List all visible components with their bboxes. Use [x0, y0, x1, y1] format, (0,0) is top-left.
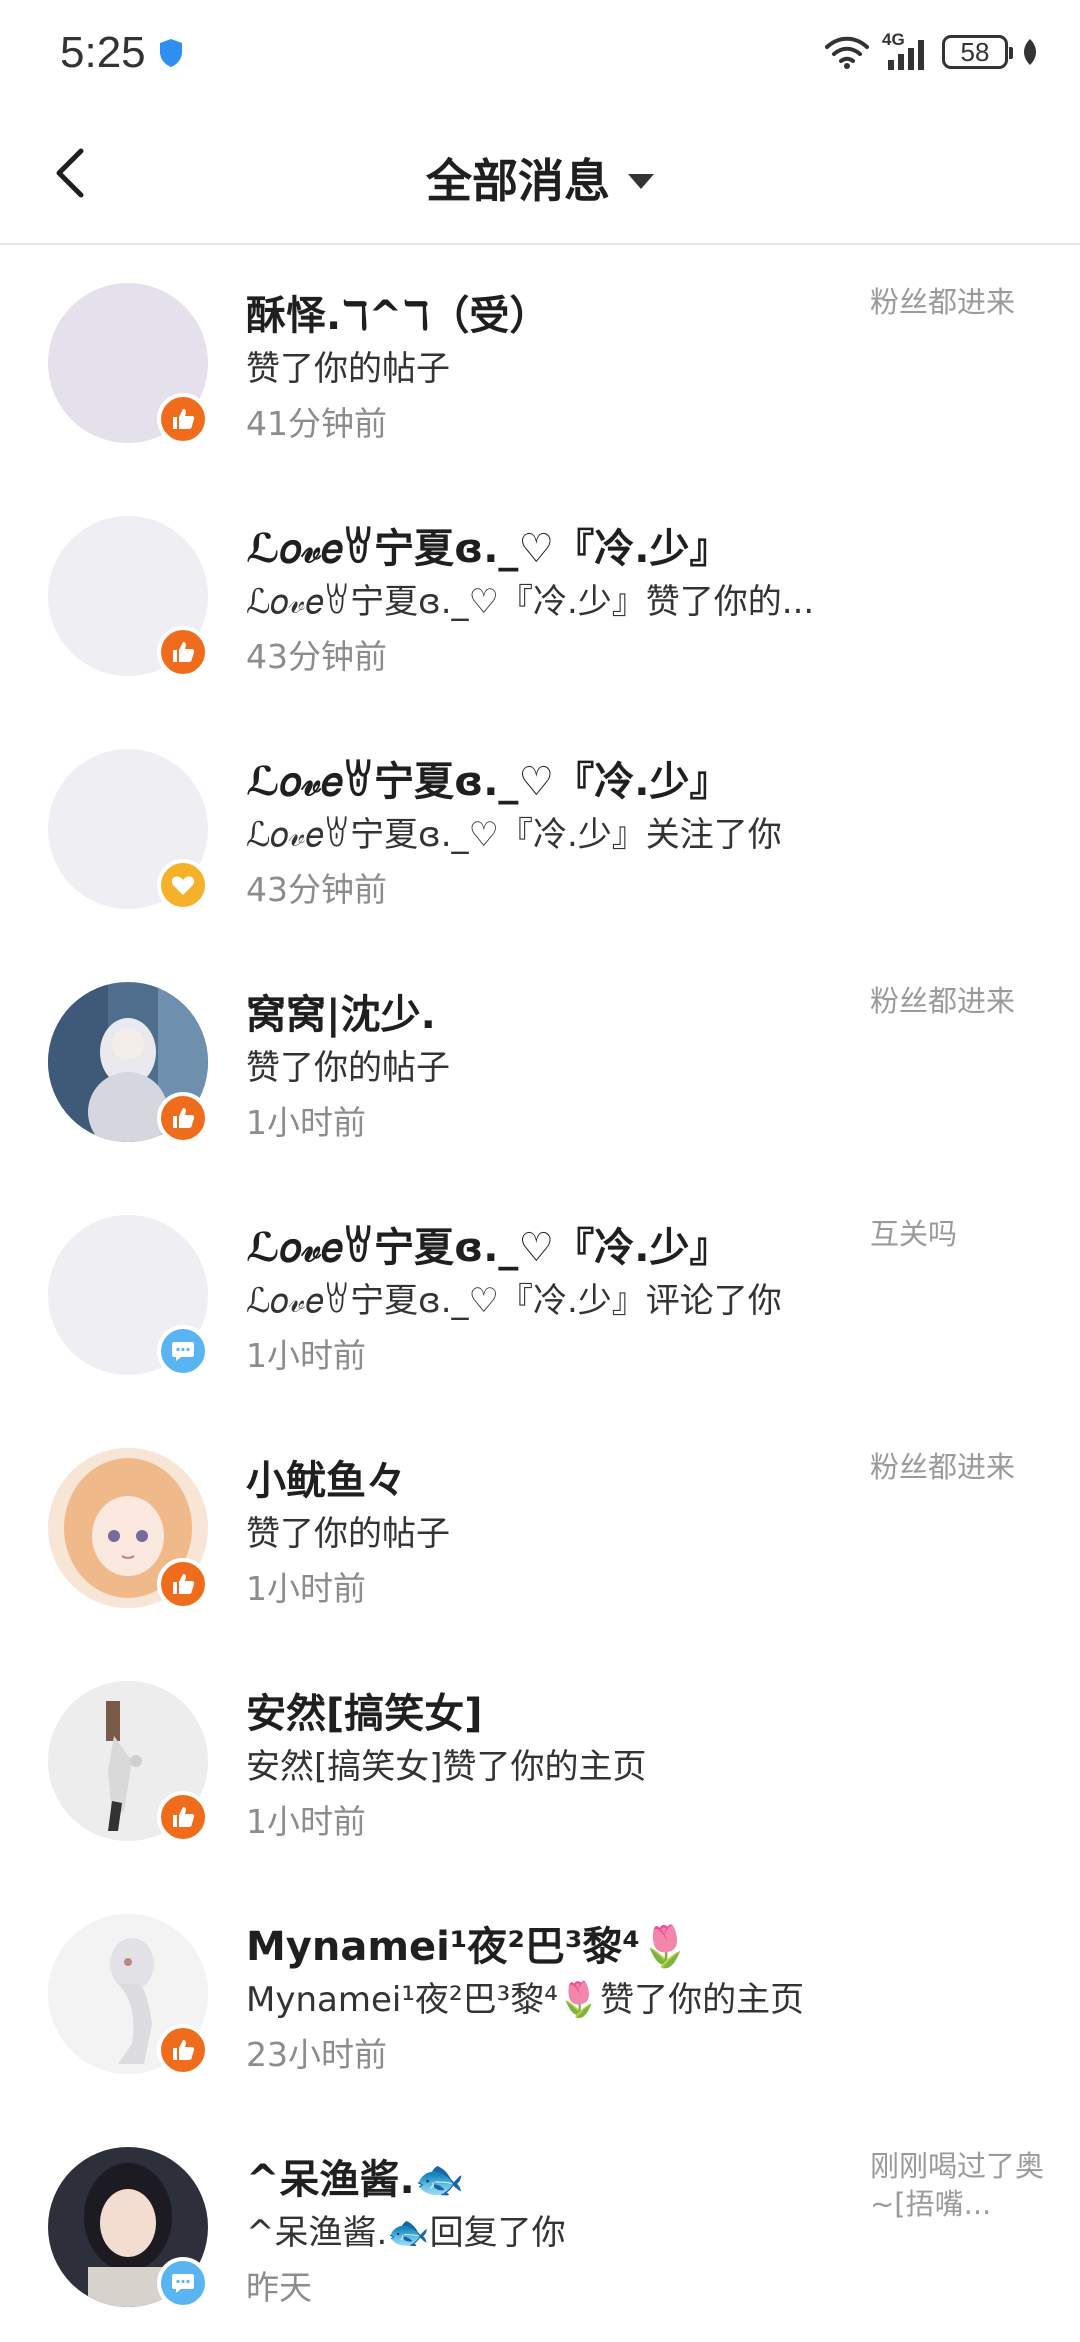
- like-badge: [157, 393, 209, 445]
- like-badge: [157, 2024, 209, 2076]
- status-bar: 5:25 4G 58: [0, 0, 1080, 105]
- message-filter-dropdown[interactable]: 全部消息: [0, 145, 1080, 211]
- message-text: 赞了你的帖子: [246, 349, 450, 389]
- battery-level: 58: [960, 36, 990, 67]
- thumbs-up-icon: [173, 409, 195, 429]
- message-list: 酥怿.ℸ^ℸ（受） 赞了你的帖子 41分钟前 粉丝都进来 ℒ𝑜𝓋𝑒ꇐ宁夏ɞ._♡…: [0, 245, 1080, 2342]
- message-text: 赞了你的帖子: [246, 1514, 450, 1554]
- message-item[interactable]: ℒ𝑜𝓋𝑒ꇐ宁夏ɞ._♡『冷.少』 ℒ𝑜𝓋𝑒ꇐ宁夏ɞ._♡『冷.少』评论了你 1小…: [0, 1177, 1080, 1410]
- message-time: 1小时前: [246, 1336, 366, 1375]
- message-item[interactable]: 小鱿鱼々 赞了你的帖子 1小时前 粉丝都进来: [0, 1410, 1080, 1643]
- sender-tag: 粉丝都进来: [870, 285, 1016, 319]
- sender-name: ℒ𝑜𝓋𝑒ꇐ宁夏ɞ._♡『冷.少』: [246, 1225, 730, 1271]
- message-time: 1小时前: [246, 1569, 366, 1608]
- heart-icon: [171, 876, 195, 895]
- sender-name: ℒ𝑜𝓋𝑒ꇐ宁夏ɞ._♡『冷.少』: [246, 526, 730, 572]
- comment-badge: [157, 1325, 209, 1377]
- comment-icon: [172, 1342, 194, 1361]
- page-title: 全部消息: [426, 154, 610, 208]
- like-badge: [157, 1092, 209, 1144]
- message-item[interactable]: ℒ𝑜𝓋𝑒ꇐ宁夏ɞ._♡『冷.少』 ℒ𝑜𝓋𝑒ꇐ宁夏ɞ._♡『冷.少』赞了你的...…: [0, 478, 1080, 711]
- message-text: 赞了你的帖子: [246, 1048, 450, 1088]
- message-text: ℒ𝑜𝓋𝑒ꇐ宁夏ɞ._♡『冷.少』评论了你: [246, 1281, 782, 1321]
- message-text: ℒ𝑜𝓋𝑒ꇐ宁夏ɞ._♡『冷.少』赞了你的...: [246, 582, 815, 622]
- message-item[interactable]: 安然[搞笑女] 安然[搞笑女]赞了你的主页 1小时前: [0, 1643, 1080, 1876]
- sender-name: 窝窝|沈少.: [246, 992, 436, 1038]
- message-time: 昨天: [246, 2268, 312, 2307]
- leaf-icon: [1024, 39, 1036, 65]
- status-icons: 4G 58: [824, 30, 1040, 74]
- message-time: 23小时前: [246, 2035, 387, 2074]
- message-time: 1小时前: [246, 1802, 366, 1841]
- message-text: ^呆渔酱.🐟回复了你: [246, 2213, 566, 2253]
- message-time: 43分钟前: [246, 870, 387, 909]
- battery-indicator: 58: [942, 35, 1013, 69]
- message-item[interactable]: 酥怿.ℸ^ℸ（受） 赞了你的帖子 41分钟前 粉丝都进来: [0, 245, 1080, 478]
- sender-tag: 刚刚喝过了奥~[捂嘴...: [870, 2149, 1045, 2221]
- follow-badge: [157, 859, 209, 911]
- message-time: 1小时前: [246, 1103, 366, 1142]
- header: 全部消息: [0, 105, 1080, 245]
- message-text: ℒ𝑜𝓋𝑒ꇐ宁夏ɞ._♡『冷.少』关注了你: [246, 815, 782, 855]
- sender-tag: 互关吗: [870, 1217, 958, 1251]
- sender-name: 酥怿.ℸ^ℸ（受）: [246, 293, 550, 339]
- like-badge: [157, 626, 209, 678]
- comment-icon: [172, 2274, 194, 2293]
- message-item[interactable]: 窝窝|沈少. 赞了你的帖子 1小时前 粉丝都进来: [0, 944, 1080, 1177]
- sender-tag: 粉丝都进来: [870, 984, 1016, 1018]
- message-text: 安然[搞笑女]赞了你的主页: [246, 1747, 647, 1787]
- like-badge: [157, 1558, 209, 1610]
- sender-tag: 粉丝都进来: [870, 1450, 1016, 1484]
- comment-badge: [157, 2257, 209, 2309]
- message-item[interactable]: Mynamei¹夜²巴³黎⁴🌷 Mynamei¹夜²巴³黎⁴🌷赞了你的主页 23…: [0, 1876, 1080, 2109]
- message-item[interactable]: ℒ𝑜𝓋𝑒ꇐ宁夏ɞ._♡『冷.少』 ℒ𝑜𝓋𝑒ꇐ宁夏ɞ._♡『冷.少』关注了你 43…: [0, 711, 1080, 944]
- message-time: 41分钟前: [246, 404, 387, 443]
- sender-name: ^呆渔酱.🐟: [246, 2157, 465, 2203]
- network-type: 4G: [882, 30, 905, 49]
- like-badge: [157, 1791, 209, 1843]
- message-text: Mynamei¹夜²巴³黎⁴🌷赞了你的主页: [246, 1980, 805, 2020]
- caret-down-icon: [628, 173, 654, 189]
- status-time: 5:25: [60, 28, 146, 77]
- sender-name: 小鱿鱼々: [246, 1458, 406, 1504]
- shield-icon: [160, 39, 182, 67]
- message-item[interactable]: ^呆渔酱.🐟 ^呆渔酱.🐟回复了你 昨天 刚刚喝过了奥~[捂嘴...: [0, 2109, 1080, 2342]
- thumbs-up-icon: [173, 1807, 195, 1827]
- thumbs-up-icon: [173, 642, 195, 662]
- wifi-icon: [825, 36, 869, 69]
- signal-icon: 4G: [882, 30, 930, 72]
- thumbs-up-icon: [173, 1108, 195, 1128]
- sender-name: 安然[搞笑女]: [246, 1691, 483, 1737]
- sender-name: ℒ𝑜𝓋𝑒ꇐ宁夏ɞ._♡『冷.少』: [246, 759, 730, 805]
- sender-name: Mynamei¹夜²巴³黎⁴🌷: [246, 1924, 690, 1970]
- message-time: 43分钟前: [246, 637, 387, 676]
- thumbs-up-icon: [173, 2040, 195, 2060]
- thumbs-up-icon: [173, 1574, 195, 1594]
